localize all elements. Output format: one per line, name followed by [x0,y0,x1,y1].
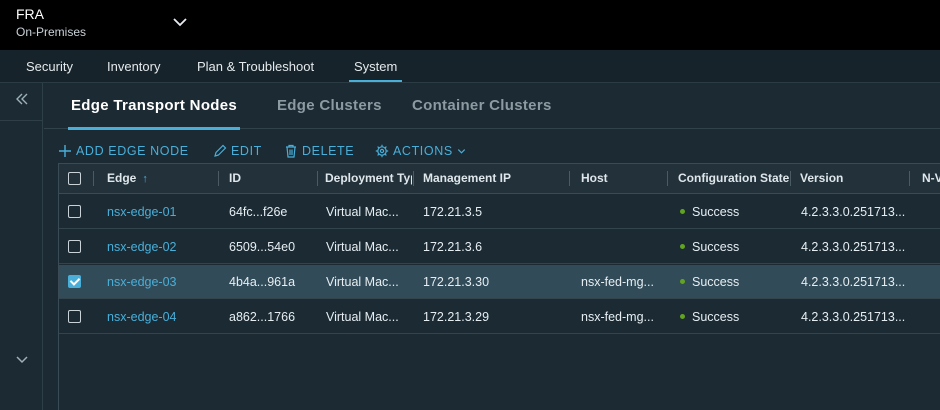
edge-nodes-table: Edge ↑ ID Deployment Typ Management IP Ho… [58,163,940,410]
version: 4.2.3.3.0.251713... [801,240,906,254]
edit-button[interactable]: EDIT [213,142,262,160]
row-checkbox[interactable] [68,310,81,323]
management-ip: 172.21.3.5 [423,205,483,219]
trash-icon [286,144,296,158]
select-all-checkbox[interactable] [68,172,81,185]
deployment-type: Virtual Mac... [326,310,399,324]
version: 4.2.3.3.0.251713... [801,275,906,289]
tab-system[interactable]: System [348,59,403,82]
edge-id: 64fc...f26e [229,205,288,219]
deployment-type: Virtual Mac... [326,205,399,219]
state-label: Success [692,310,740,324]
row-checkbox[interactable] [68,275,81,288]
table-row[interactable]: nsx-edge-03 4b4a...961a Virtual Mac... 1… [59,265,940,299]
edge-name-link[interactable]: nsx-edge-04 [107,310,177,324]
status-dot-icon [680,209,685,215]
plus-icon [59,145,71,157]
column-header-deployment-type[interactable]: Deployment Typ [325,171,412,185]
tab-edge-transport-nodes[interactable]: Edge Transport Nodes [67,97,241,130]
column-header-id[interactable]: ID [229,171,241,185]
tab-inventory[interactable]: Inventory [107,59,160,74]
configuration-state: Success [680,240,739,254]
rail-divider [0,120,42,121]
chevron-down-icon[interactable] [172,14,188,30]
column-header-host[interactable]: Host [581,171,608,185]
edge-id: a862...1766 [229,310,296,324]
double-chevron-left-icon[interactable] [14,91,30,107]
table-header: Edge ↑ ID Deployment Typ Management IP Ho… [59,164,940,194]
chevron-down-icon[interactable] [14,351,30,367]
gear-icon [375,144,389,158]
chevron-down-icon [457,148,465,154]
pencil-icon [214,144,227,157]
table-row[interactable]: nsx-edge-02 6509...54e0 Virtual Mac... 1… [59,230,940,264]
version: 4.2.3.3.0.251713... [801,310,906,324]
state-label: Success [692,275,740,289]
action-toolbar: ADD EDGE NODE EDIT DELETE ACTIONS [44,138,940,162]
column-separator [569,171,570,186]
status-dot-icon [680,244,685,250]
column-header-management-ip[interactable]: Management IP [423,171,511,185]
deployment-type: Virtual Mac... [326,275,399,289]
row-checkbox[interactable] [68,205,81,218]
top-header: FRA On-Premises [0,0,940,50]
column-separator [218,171,219,186]
tab-container-clusters[interactable]: Container Clusters [412,97,552,114]
column-header-version[interactable]: Version [800,171,843,185]
tab-plan-troubleshoot[interactable]: Plan & Troubleshoot [197,59,314,74]
column-edge-label: Edge [107,171,137,185]
version: 4.2.3.3.0.251713... [801,205,906,219]
left-rail [0,83,43,410]
configuration-state: Success [680,310,739,324]
host: nsx-fed-mg... [581,275,654,289]
site-name[interactable]: FRA [16,6,44,22]
edge-id: 4b4a...961a [229,275,296,289]
management-ip: 172.21.3.6 [423,240,483,254]
actions-menu-button[interactable]: ACTIONS [375,142,466,160]
edge-name-link[interactable]: nsx-edge-03 [107,275,177,289]
column-separator [909,171,910,186]
site-type: On-Premises [16,25,87,39]
host: nsx-fed-mg... [581,310,654,324]
edge-name-link[interactable]: nsx-edge-02 [107,240,177,254]
table-row[interactable]: nsx-edge-04 a862...1766 Virtual Mac... 1… [59,300,940,334]
edge-id: 6509...54e0 [229,240,296,254]
column-separator [317,171,318,186]
main-nav: Security Inventory Plan & Troubleshoot S… [0,50,940,83]
column-separator [667,171,668,186]
status-dot-icon [680,279,685,285]
delete-button[interactable]: DELETE [284,142,354,160]
column-header-configuration-state[interactable]: Configuration State [678,171,789,185]
table-row[interactable]: nsx-edge-01 64fc...f26e Virtual Mac... 1… [59,195,940,229]
actions-label: ACTIONS [393,144,453,158]
status-dot-icon [680,314,685,320]
tab-edge-clusters[interactable]: Edge Clusters [277,97,382,114]
column-separator [790,171,791,186]
add-edge-node-label: ADD EDGE NODE [76,144,189,158]
column-header-nv[interactable]: N-V [922,171,940,185]
edit-label: EDIT [231,144,262,158]
management-ip: 172.21.3.30 [423,275,490,289]
state-label: Success [692,205,740,219]
delete-label: DELETE [302,144,355,158]
tab-security[interactable]: Security [26,59,73,74]
column-header-edge[interactable]: Edge ↑ [107,171,148,185]
edge-name-link[interactable]: nsx-edge-01 [107,205,177,219]
column-separator [93,171,94,186]
add-edge-node-button[interactable]: ADD EDGE NODE [58,142,189,160]
configuration-state: Success [680,275,739,289]
row-checkbox[interactable] [68,240,81,253]
column-separator [413,171,414,186]
configuration-state: Success [680,205,739,219]
state-label: Success [692,240,740,254]
deployment-type: Virtual Mac... [326,240,399,254]
subtab-bar: Edge Transport Nodes Edge Clusters Conta… [44,83,940,130]
management-ip: 172.21.3.29 [423,310,490,324]
sort-ascending-icon[interactable]: ↑ [142,173,148,185]
